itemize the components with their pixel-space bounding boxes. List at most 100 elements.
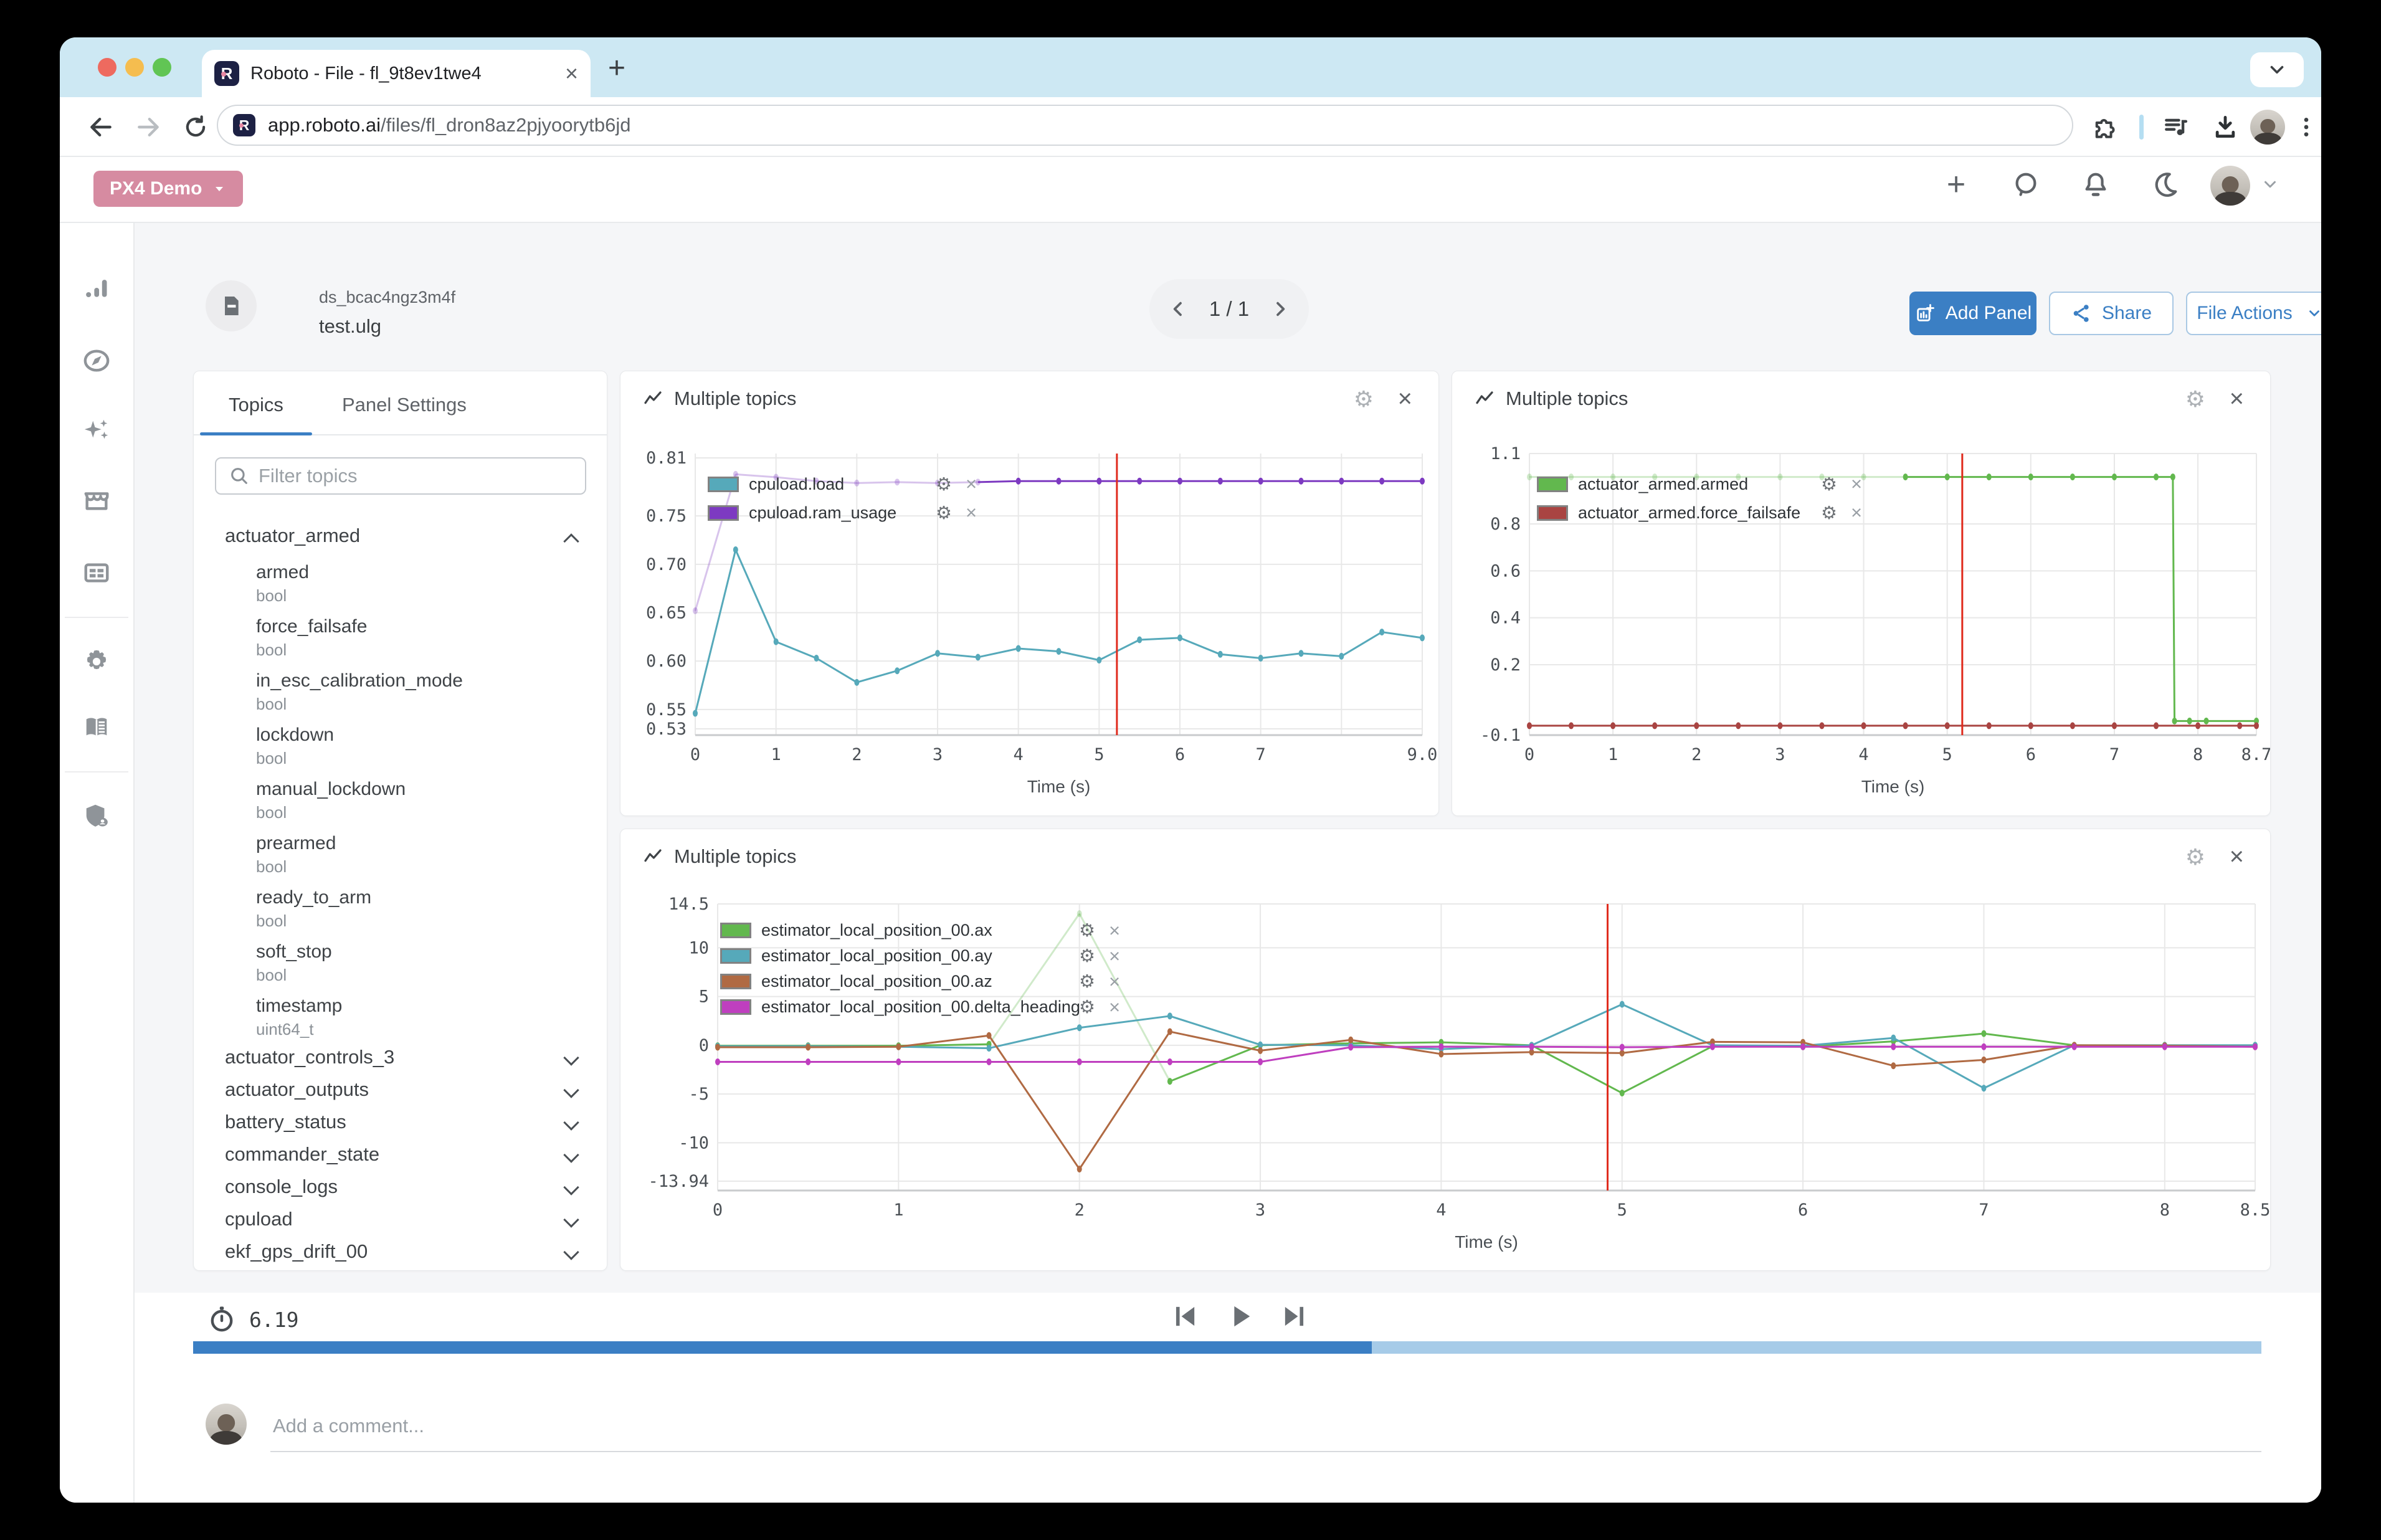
svg-text:Time (s): Time (s) — [1455, 1232, 1518, 1252]
sidebar-item-settings[interactable] — [82, 647, 111, 676]
forward-arrow-icon — [135, 113, 162, 141]
reload-button[interactable] — [177, 108, 214, 146]
sidebar-item-admin[interactable] — [82, 802, 111, 830]
svg-text:9.0: 9.0 — [1407, 745, 1438, 764]
extensions-button[interactable] — [2086, 108, 2123, 146]
series-settings-gear-icon[interactable]: ⚙ — [936, 502, 952, 524]
chevron-down-icon[interactable] — [563, 1082, 579, 1098]
topic-group-actuator_controls_3[interactable]: actuator_controls_3 — [194, 1041, 607, 1073]
playback-progress-bar[interactable] — [193, 1341, 2261, 1354]
comment-input[interactable]: Add a comment... — [273, 1415, 424, 1437]
series-remove-icon[interactable]: × — [1109, 945, 1120, 967]
search-button[interactable] — [2006, 164, 2046, 204]
topic-field-armed[interactable]: armedbool — [194, 553, 607, 607]
topic-group-console_logs[interactable]: console_logs — [194, 1171, 607, 1203]
topic-field-manual_lockdown[interactable]: manual_lockdownbool — [194, 770, 607, 824]
dataset-id[interactable]: ds_bcac4ngz3m4f — [319, 288, 455, 307]
sidebar-item-panels[interactable] — [82, 558, 111, 587]
new-tab-button[interactable]: + — [608, 51, 625, 85]
topic-field-lockdown[interactable]: lockdownbool — [194, 716, 607, 770]
chevron-down-icon[interactable] — [563, 1244, 579, 1260]
topic-field-ready_to_arm[interactable]: ready_to_armbool — [194, 878, 607, 933]
series-settings-gear-icon[interactable]: ⚙ — [1079, 920, 1095, 941]
series-remove-icon[interactable]: × — [1109, 996, 1120, 1019]
sidebar-item-docs[interactable] — [82, 713, 111, 741]
series-settings-gear-icon[interactable]: ⚙ — [1079, 996, 1095, 1018]
playback-section: 6.19 Add a comment... — [135, 1293, 2321, 1503]
field-type: bool — [256, 803, 287, 822]
series-settings-gear-icon[interactable]: ⚙ — [1821, 502, 1837, 524]
browser-toolbar: R app.roboto.ai/files/fl_dron8az2pjyoory… — [60, 97, 2321, 157]
series-settings-gear-icon[interactable]: ⚙ — [936, 473, 952, 495]
filter-topics-input[interactable]: Filter topics — [215, 457, 586, 495]
media-queue-button[interactable] — [2157, 108, 2194, 146]
series-settings-gear-icon[interactable]: ⚙ — [1079, 971, 1095, 992]
series-remove-icon[interactable]: × — [1109, 971, 1120, 993]
series-remove-icon[interactable]: × — [966, 501, 977, 524]
topic-group-cpuload[interactable]: cpuload — [194, 1203, 607, 1235]
create-new-button[interactable]: + — [1936, 164, 1976, 204]
user-menu-button[interactable] — [2250, 164, 2290, 204]
forward-button[interactable] — [130, 108, 167, 146]
series-remove-icon[interactable]: × — [966, 473, 977, 495]
topic-group-label: actuator_outputs — [225, 1078, 369, 1101]
traffic-minimize-button[interactable] — [125, 58, 144, 77]
tab-close-icon[interactable]: × — [565, 62, 578, 85]
tab-topics[interactable]: Topics — [229, 394, 283, 416]
topic-field-force_failsafe[interactable]: force_failsafebool — [194, 607, 607, 662]
notifications-button[interactable] — [2076, 164, 2116, 204]
svg-text:5: 5 — [699, 987, 709, 1007]
tab-panel-settings[interactable]: Panel Settings — [342, 394, 467, 416]
series-settings-gear-icon[interactable]: ⚙ — [1821, 473, 1837, 495]
series-settings-gear-icon[interactable]: ⚙ — [1079, 945, 1095, 967]
chevron-down-icon[interactable] — [563, 1212, 579, 1227]
chevron-down-icon[interactable] — [563, 1147, 579, 1162]
series-remove-icon[interactable]: × — [1851, 501, 1862, 524]
traffic-close-button[interactable] — [98, 58, 116, 77]
skip-end-button[interactable] — [1278, 1300, 1311, 1333]
svg-text:0: 0 — [1524, 745, 1534, 764]
topic-field-prearmed[interactable]: prearmedbool — [194, 824, 607, 878]
file-actions-button[interactable]: File Actions — [2186, 292, 2321, 335]
sidebar-item-marketplace[interactable] — [82, 485, 111, 514]
chevron-down-icon[interactable] — [563, 1179, 579, 1195]
sidebar-item-ai[interactable] — [82, 416, 111, 445]
chart-plot[interactable]: 0.810.750.700.650.600.550.53012345679.0T… — [620, 371, 1438, 815]
theme-toggle-button[interactable] — [2146, 164, 2185, 204]
sidebar-item-analytics[interactable] — [82, 273, 111, 302]
url-bar[interactable]: R app.roboto.ai/files/fl_dron8az2pjyoory… — [217, 105, 2073, 146]
topic-group-commander_state[interactable]: commander_state — [194, 1138, 607, 1171]
chart-plot[interactable]: 14.51050-5-10-13.940123456788.5Time (s) — [620, 829, 2270, 1270]
series-remove-icon[interactable]: × — [1851, 473, 1862, 495]
reload-icon — [183, 114, 209, 140]
add-panel-button[interactable]: Add Panel — [1909, 292, 2036, 335]
chevron-down-icon[interactable] — [563, 1050, 579, 1065]
chevron-down-icon[interactable] — [563, 1115, 579, 1130]
sidebar-item-explore[interactable] — [82, 346, 111, 375]
topic-field-timestamp[interactable]: timestampuint64_t — [194, 987, 607, 1041]
downloads-button[interactable] — [2207, 108, 2244, 146]
back-button[interactable] — [82, 108, 120, 146]
skip-start-button[interactable] — [1169, 1300, 1201, 1333]
browser-tab[interactable]: R Roboto - File - fl_9t8ev1twe4 × — [202, 50, 591, 97]
traffic-zoom-button[interactable] — [153, 58, 171, 77]
play-button[interactable] — [1224, 1300, 1256, 1333]
chevron-up-icon[interactable] — [563, 533, 579, 549]
browser-menu-button[interactable] — [2288, 108, 2321, 146]
topic-group-battery_status[interactable]: battery_status — [194, 1106, 607, 1138]
topic-group-ekf_gps_drift_00[interactable]: ekf_gps_drift_00 — [194, 1235, 607, 1268]
topic-group-actuator_armed[interactable]: actuator_armed — [194, 520, 607, 553]
legend-label: actuator_armed.armed — [1578, 475, 1821, 494]
topic-field-in_esc_calibration_mode[interactable]: in_esc_calibration_modebool — [194, 662, 607, 716]
share-button[interactable]: Share — [2049, 292, 2174, 335]
topic-group-actuator_outputs[interactable]: actuator_outputs — [194, 1073, 607, 1106]
tab-overflow-button[interactable] — [2250, 52, 2304, 87]
prev-page-button[interactable] — [1168, 299, 1188, 319]
series-remove-icon[interactable]: × — [1109, 920, 1120, 942]
browser-profile-avatar[interactable] — [2250, 110, 2285, 145]
topic-field-soft_stop[interactable]: soft_stopbool — [194, 933, 607, 987]
org-switcher-button[interactable]: PX4 Demo — [93, 171, 243, 207]
user-avatar[interactable] — [2210, 166, 2250, 206]
next-page-button[interactable] — [1270, 299, 1290, 319]
chart-plot[interactable]: 1.10.80.60.40.2-0.10123456788.7Time (s) — [1452, 371, 2270, 815]
